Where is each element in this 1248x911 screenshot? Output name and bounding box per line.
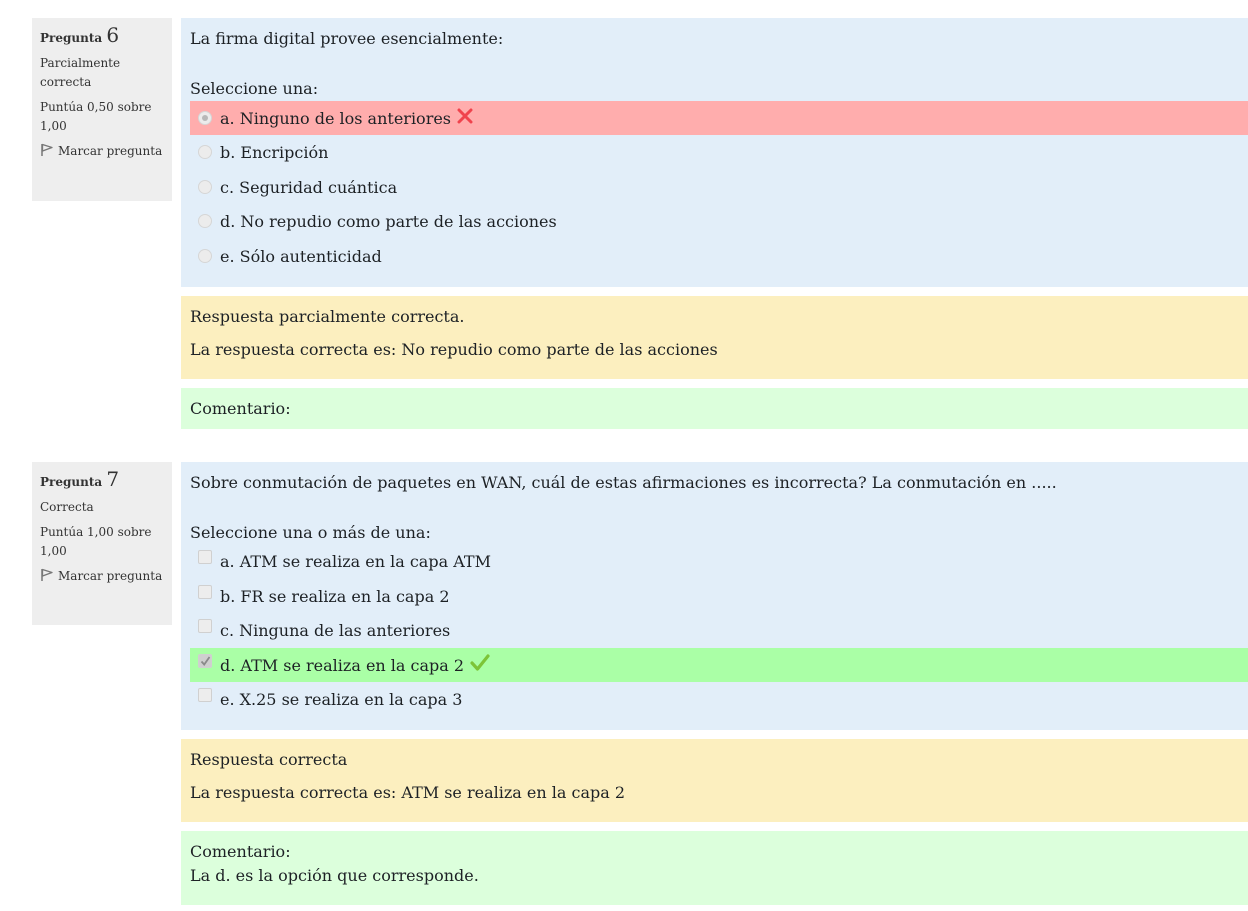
flag-question-link[interactable]: Marcar pregunta xyxy=(40,567,164,586)
answer-option-b[interactable]: b. FR se realiza en la capa 2 xyxy=(190,579,1248,613)
answer-prompt: Seleccione una: xyxy=(190,79,319,98)
comment-label: Comentario: xyxy=(190,399,291,418)
feedback-box: Respuesta parcialmente correcta. La resp… xyxy=(181,296,1248,379)
answer-option-e[interactable]: e. X.25 se realiza en la capa 3 xyxy=(190,682,1248,716)
answer-prompt: Seleccione una o más de una: xyxy=(190,523,431,542)
radio-button[interactable] xyxy=(198,180,212,194)
feedback-right-answer: La respuesta correcta es: No repudio com… xyxy=(190,340,718,359)
question-number: Pregunta 7 xyxy=(40,467,164,492)
radio-button[interactable] xyxy=(198,145,212,159)
answer-option-e[interactable]: e. Sólo autenticidad xyxy=(190,239,1248,273)
answer-option-c[interactable]: c. Ninguna de las anteriores xyxy=(190,613,1248,647)
flag-question-label: Marcar pregunta xyxy=(58,144,163,158)
flag-question-label: Marcar pregunta xyxy=(58,569,163,583)
comment-label: Comentario: xyxy=(190,842,291,861)
checkbox[interactable] xyxy=(198,688,212,702)
answer-label: e. X.25 se realiza en la capa 3 xyxy=(220,689,463,709)
answer-option-d[interactable]: d. ATM se realiza en la capa 2 xyxy=(190,648,1248,682)
answer-option-c[interactable]: c. Seguridad cuántica xyxy=(190,170,1248,204)
comment-box: Comentario: xyxy=(181,388,1248,429)
feedback-general: Respuesta parcialmente correcta. xyxy=(190,307,465,326)
question-state: Parcialmente correcta xyxy=(40,56,121,89)
question-state: Correcta xyxy=(40,500,94,514)
answer-label: d. ATM se realiza en la capa 2 xyxy=(220,655,465,675)
answer-label: e. Sólo autenticidad xyxy=(220,246,382,266)
correct-icon xyxy=(470,654,490,676)
radio-button[interactable] xyxy=(198,249,212,263)
flag-icon xyxy=(41,143,53,156)
feedback-box: Respuesta correcta La respuesta correcta… xyxy=(181,739,1248,822)
feedback-general: Respuesta correcta xyxy=(190,750,348,769)
checkbox[interactable] xyxy=(198,619,212,633)
comment-text: La d. es la opción que corresponde. xyxy=(190,866,479,885)
question-text: La firma digital provee esencialmente: xyxy=(190,29,504,48)
feedback-right-answer: La respuesta correcta es: ATM se realiza… xyxy=(190,783,626,802)
question-info: Pregunta 7 Correcta Puntúa 1,00 sobre 1,… xyxy=(32,462,172,625)
checkbox[interactable] xyxy=(198,654,212,668)
question-grade: Puntúa 0,50 sobre 1,00 xyxy=(40,100,152,133)
question-info: Pregunta 6 Parcialmente correcta Puntúa … xyxy=(32,18,172,201)
checkbox[interactable] xyxy=(198,585,212,599)
incorrect-icon xyxy=(457,108,473,128)
question-text: Sobre conmutación de paquetes en WAN, cu… xyxy=(190,473,1057,492)
question-number: Pregunta 6 xyxy=(40,23,164,48)
radio-button[interactable] xyxy=(198,214,212,228)
answer-label: c. Seguridad cuántica xyxy=(220,177,398,197)
answer-label: b. Encripción xyxy=(220,142,329,162)
answer-label: a. Ninguno de los anteriores xyxy=(220,108,452,128)
question-formulation: Sobre conmutación de paquetes en WAN, cu… xyxy=(181,462,1248,730)
answer-option-b[interactable]: b. Encripción xyxy=(190,135,1248,169)
comment-box: Comentario: La d. es la opción que corre… xyxy=(181,831,1248,905)
answer-option-a[interactable]: a. Ninguno de los anteriores xyxy=(190,101,1248,135)
flag-icon xyxy=(41,568,53,581)
radio-button[interactable] xyxy=(198,111,212,125)
question-number-value: 6 xyxy=(106,23,120,47)
answer-label: b. FR se realiza en la capa 2 xyxy=(220,586,450,606)
flag-question-link[interactable]: Marcar pregunta xyxy=(40,142,164,161)
checkbox[interactable] xyxy=(198,550,212,564)
answer-label: d. No repudio como parte de las acciones xyxy=(220,211,557,231)
checkmark-icon xyxy=(200,656,211,666)
question-formulation: La firma digital provee esencialmente: S… xyxy=(181,18,1248,287)
answer-label: a. ATM se realiza en la capa ATM xyxy=(220,551,491,571)
question-label: Pregunta xyxy=(40,475,103,489)
question-label: Pregunta xyxy=(40,31,103,45)
answer-option-a[interactable]: a. ATM se realiza en la capa ATM xyxy=(190,544,1248,578)
answer-option-d[interactable]: d. No repudio como parte de las acciones xyxy=(190,204,1248,238)
answer-label: c. Ninguna de las anteriores xyxy=(220,620,451,640)
question-number-value: 7 xyxy=(106,467,120,491)
question-grade: Puntúa 1,00 sobre 1,00 xyxy=(40,525,152,558)
